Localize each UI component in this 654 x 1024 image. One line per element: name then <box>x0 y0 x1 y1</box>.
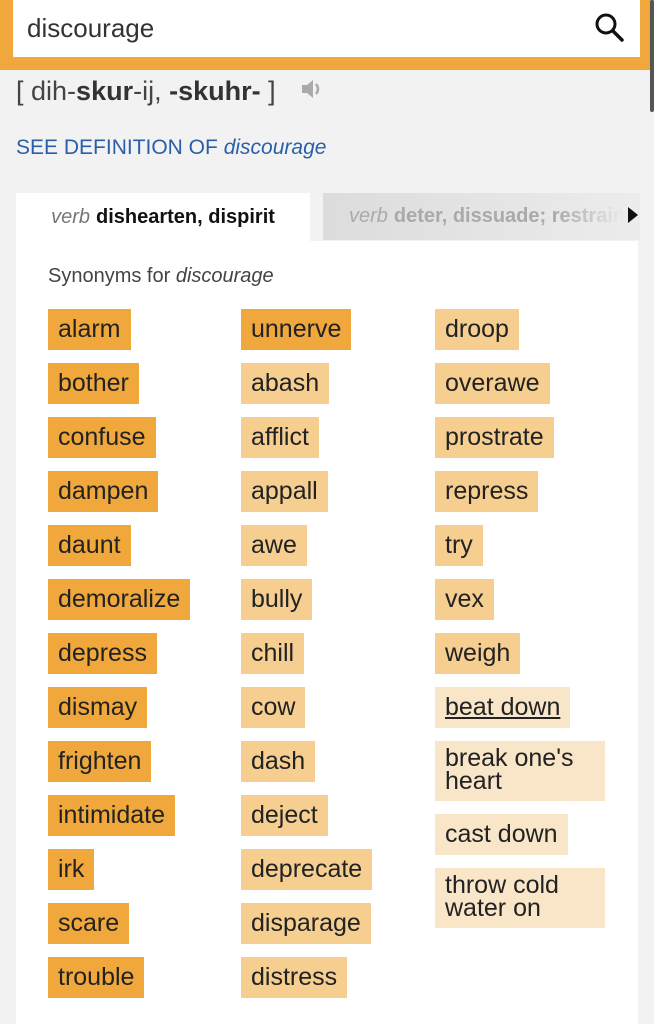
synonym-chip[interactable]: prostrate <box>435 417 554 458</box>
next-tab-arrow-icon[interactable] <box>628 207 638 223</box>
pron-stress: skur <box>76 76 134 106</box>
audio-button[interactable] <box>299 76 325 109</box>
synonym-column-1: alarm bother confuse dampen daunt demoralize d… <box>48 309 191 1011</box>
see-def-prefix: SEE DEFINITION OF <box>16 136 224 159</box>
tab-deter[interactable]: verb deter, dissuade; restrain <box>323 193 640 240</box>
synonym-chip[interactable]: alarm <box>48 309 131 350</box>
synonym-column-3: droop overawe prostrate repress try vex weigh b… <box>435 309 605 941</box>
scrollbar[interactable] <box>650 0 654 112</box>
search-input[interactable] <box>25 12 569 45</box>
synonym-chip[interactable]: awe <box>241 525 307 566</box>
see-definition-link[interactable]: SEE DEFINITION OF discourage <box>16 136 326 160</box>
synonym-chip[interactable]: appall <box>241 471 328 512</box>
synonym-chip[interactable]: droop <box>435 309 519 350</box>
synonym-chip[interactable]: frighten <box>48 741 152 782</box>
synonym-chip[interactable]: deprecate <box>241 849 373 890</box>
synonym-chip[interactable]: break one's heart <box>435 741 605 801</box>
synonym-chip[interactable]: demoralize <box>48 579 191 620</box>
pron-stress: -skuhr- <box>169 76 261 106</box>
pron-bracket: [ <box>16 76 32 106</box>
synonym-chip[interactable]: weigh <box>435 633 521 674</box>
synonym-chip[interactable]: deject <box>241 795 328 836</box>
tab-dishearten[interactable]: verb dishearten, dispirit <box>16 193 310 241</box>
synonym-chip[interactable]: dash <box>241 741 316 782</box>
pron-part: -ij, <box>133 76 170 106</box>
synonym-chip[interactable]: disparage <box>241 903 371 944</box>
tab-label: deter, dissuade; restrain <box>393 205 626 227</box>
synonym-chip[interactable]: intimidate <box>48 795 175 836</box>
pronunciation: [ dih-skur-ij, -skuhr- ] <box>16 76 325 109</box>
synonym-chip[interactable]: afflict <box>241 417 319 458</box>
search-icon <box>595 13 624 42</box>
synonym-chip[interactable]: repress <box>435 471 539 512</box>
synonym-chip[interactable]: confuse <box>48 417 156 458</box>
pron-part: dih- <box>31 76 77 106</box>
synonym-chip[interactable]: dampen <box>48 471 159 512</box>
synonym-chip[interactable]: overawe <box>435 363 550 404</box>
syn-label-word: discourage <box>175 265 274 287</box>
syn-label-prefix: Synonyms for <box>48 265 176 287</box>
synonym-chip[interactable]: scare <box>48 903 130 944</box>
synonym-chip[interactable]: chill <box>241 633 305 674</box>
tab-label: dishearten, dispirit <box>95 205 275 228</box>
synonym-chip[interactable]: unnerve <box>241 309 352 350</box>
pron-bracket: ] <box>260 76 276 106</box>
synonym-chip[interactable]: bother <box>48 363 139 404</box>
synonym-chip[interactable]: throw cold water on <box>435 868 605 928</box>
synonym-chip[interactable]: try <box>435 525 483 566</box>
search-box <box>13 0 640 57</box>
see-def-word: discourage <box>223 136 327 159</box>
synonym-chip[interactable]: abash <box>241 363 330 404</box>
synonyms-panel: Synonyms for discourage alarm bother confu… <box>16 241 638 1024</box>
synonym-chip[interactable]: bully <box>241 579 313 620</box>
synonym-chip[interactable]: dismay <box>48 687 148 728</box>
tab-pos: verb <box>51 205 90 228</box>
synonym-column-2: unnerve abash afflict appall awe bully chill co… <box>241 309 373 1011</box>
search-button[interactable] <box>592 10 626 44</box>
synonym-chip[interactable]: vex <box>435 579 494 620</box>
speaker-icon <box>302 80 320 99</box>
tab-pos: verb <box>349 205 388 227</box>
synonym-chip[interactable]: cow <box>241 687 306 728</box>
synonym-chip[interactable]: distress <box>241 957 348 998</box>
synonyms-heading: Synonyms for discourage <box>48 265 274 288</box>
synonym-chip[interactable]: depress <box>48 633 157 674</box>
synonym-chip[interactable]: cast down <box>435 814 568 855</box>
synonym-chip[interactable]: trouble <box>48 957 145 998</box>
synonym-chip[interactable]: beat down <box>435 687 571 728</box>
search-bar <box>0 0 654 70</box>
synonym-chip[interactable]: irk <box>48 849 95 890</box>
synonym-chip[interactable]: daunt <box>48 525 131 566</box>
